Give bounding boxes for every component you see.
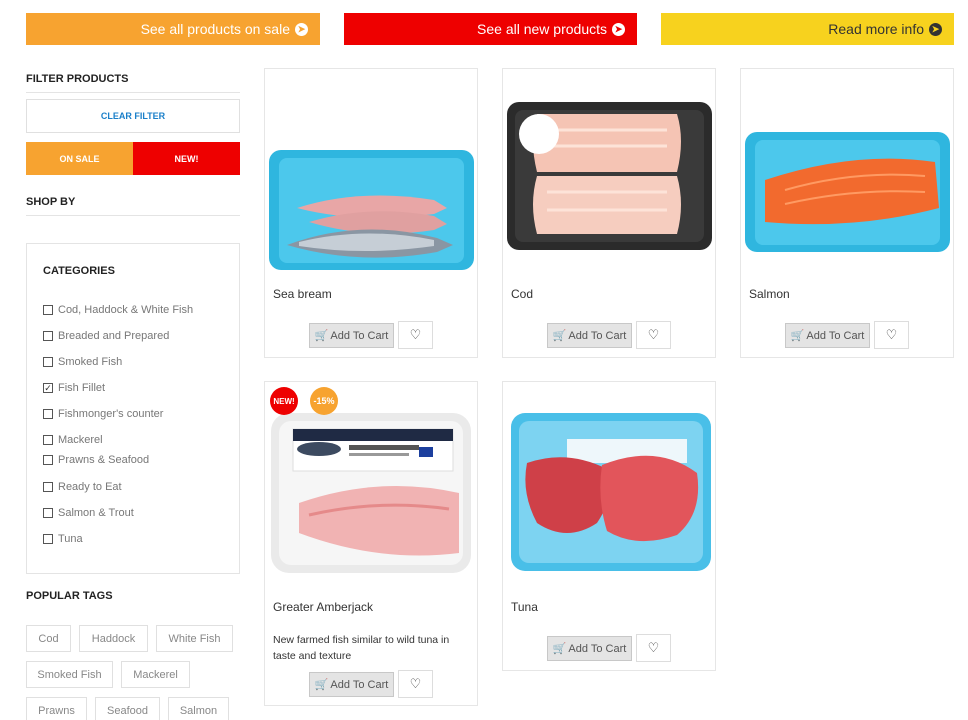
product-name[interactable]: Greater Amberjack — [273, 600, 373, 614]
clear-filter-button[interactable]: CLEAR FILTER — [26, 99, 240, 133]
checkbox[interactable] — [43, 409, 53, 419]
tag-prawns[interactable]: Prawns — [26, 697, 87, 720]
product-description: New farmed fish similar to wild tuna in … — [273, 634, 450, 662]
discount-badge: -15% — [310, 387, 338, 415]
add-to-cart-button[interactable]: 🛒 Add To Cart — [547, 323, 632, 348]
category-breaded-prepared[interactable]: Breaded and Prepared — [43, 330, 169, 342]
heart-icon: ♡ — [409, 676, 422, 691]
category-prawns-seafood[interactable]: Prawns & Seafood — [43, 454, 149, 466]
popular-tags-heading: POPULAR TAGS — [26, 590, 113, 602]
wishlist-button[interactable]: ♡ — [636, 634, 671, 662]
shop-by-heading: SHOP BY — [26, 196, 240, 216]
wishlist-button[interactable]: ♡ — [874, 321, 909, 349]
add-to-cart-button[interactable]: 🛒 Add To Cart — [785, 323, 870, 348]
new-badge: NEW! — [270, 387, 298, 415]
checkbox[interactable] — [43, 357, 53, 367]
product-name[interactable]: Tuna — [511, 600, 538, 614]
product-name[interactable]: Sea bream — [273, 287, 332, 301]
checkbox[interactable] — [43, 482, 53, 492]
categories-panel: CATEGORIES Cod, Haddock & White Fish Bre… — [26, 243, 240, 574]
read-more-info-label: Read more info — [828, 21, 924, 37]
cart-icon: 🛒 — [552, 643, 567, 655]
product-image[interactable] — [745, 100, 950, 275]
product-card: Salmon 🛒 Add To Cart ♡ — [740, 68, 954, 358]
tag-salmon[interactable]: Salmon — [168, 697, 229, 720]
product-image[interactable] — [269, 100, 474, 275]
cart-icon: 🛒 — [552, 330, 567, 342]
cart-icon: 🛒 — [790, 330, 805, 342]
heart-icon: ♡ — [647, 640, 660, 655]
product-card: Cod 🛒 Add To Cart ♡ — [502, 68, 716, 358]
cart-icon: 🛒 — [314, 679, 329, 691]
on-sale-filter-button[interactable]: ON SALE — [26, 142, 133, 175]
new-filter-button[interactable]: NEW! — [133, 142, 240, 175]
see-all-new-label: See all new products — [477, 21, 607, 37]
product-name[interactable]: Cod — [511, 287, 533, 301]
checkbox[interactable] — [43, 455, 53, 465]
cart-icon: 🛒 — [314, 330, 329, 342]
category-fishmongers-counter[interactable]: Fishmonger's counter — [43, 408, 163, 420]
see-all-sale-banner[interactable]: See all products on sale ➤ — [26, 13, 320, 45]
tag-mackerel[interactable]: Mackerel — [121, 661, 190, 688]
checkbox[interactable] — [43, 534, 53, 544]
product-name[interactable]: Salmon — [749, 287, 790, 301]
arrow-right-circle-icon: ➤ — [612, 22, 625, 36]
filter-products-heading: FILTER PRODUCTS — [26, 73, 240, 93]
arrow-right-circle-icon: ➤ — [295, 22, 308, 36]
category-tuna[interactable]: Tuna — [43, 533, 83, 545]
see-all-new-banner[interactable]: See all new products ➤ — [344, 13, 637, 45]
category-smoked-fish[interactable]: Smoked Fish — [43, 356, 122, 368]
checkbox-checked[interactable]: ✓ — [43, 383, 53, 393]
product-image[interactable] — [269, 413, 474, 588]
see-all-sale-label: See all products on sale — [140, 21, 290, 37]
wishlist-button[interactable]: ♡ — [398, 321, 433, 349]
tag-cod[interactable]: Cod — [26, 625, 71, 652]
wishlist-button[interactable]: ♡ — [636, 321, 671, 349]
checkbox[interactable] — [43, 331, 53, 341]
tag-smoked-fish[interactable]: Smoked Fish — [26, 661, 113, 688]
heart-icon: ♡ — [409, 327, 422, 342]
tag-white-fish[interactable]: White Fish — [156, 625, 233, 652]
category-ready-to-eat[interactable]: Ready to Eat — [43, 481, 122, 493]
product-image[interactable] — [507, 413, 712, 588]
product-image[interactable] — [507, 100, 712, 275]
product-card: NEW! -15% Greater Amberjack New farmed f… — [264, 381, 478, 706]
checkbox[interactable] — [43, 305, 53, 315]
heart-icon: ♡ — [647, 327, 660, 342]
category-salmon-trout[interactable]: Salmon & Trout — [43, 507, 134, 519]
tag-seafood[interactable]: Seafood — [95, 697, 160, 720]
wishlist-button[interactable]: ♡ — [398, 670, 433, 698]
add-to-cart-button[interactable]: 🛒 Add To Cart — [309, 323, 394, 348]
product-card: Tuna 🛒 Add To Cart ♡ — [502, 381, 716, 671]
checkbox[interactable] — [43, 435, 53, 445]
product-card: Sea bream 🛒 Add To Cart ♡ — [264, 68, 478, 358]
add-to-cart-button[interactable]: 🛒 Add To Cart — [309, 672, 394, 697]
category-cod-haddock-white-fish[interactable]: Cod, Haddock & White Fish — [43, 304, 193, 316]
heart-icon: ♡ — [885, 327, 898, 342]
checkbox[interactable] — [43, 508, 53, 518]
categories-heading: CATEGORIES — [43, 265, 115, 277]
tag-haddock[interactable]: Haddock — [79, 625, 148, 652]
category-fish-fillet[interactable]: ✓ Fish Fillet — [43, 382, 105, 394]
arrow-right-circle-icon: ➤ — [929, 22, 942, 36]
category-mackerel[interactable]: Mackerel — [43, 434, 103, 446]
add-to-cart-button[interactable]: 🛒 Add To Cart — [547, 636, 632, 661]
read-more-info-banner[interactable]: Read more info ➤ — [661, 13, 954, 45]
